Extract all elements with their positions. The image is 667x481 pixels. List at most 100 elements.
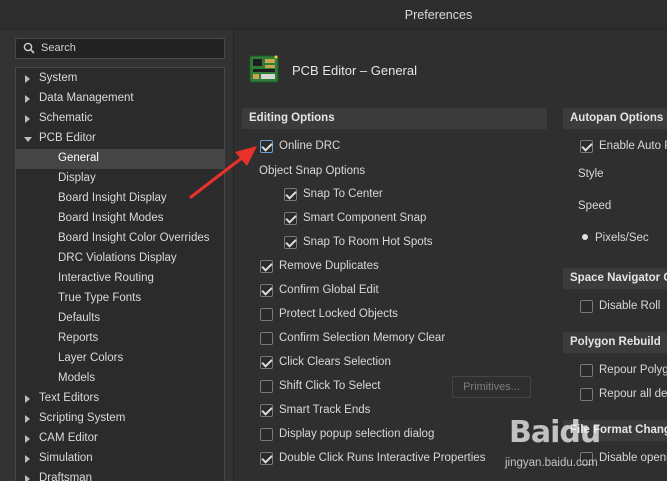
snap-checkbox[interactable] (284, 236, 297, 249)
chevron-right-icon[interactable] (25, 115, 30, 123)
tree-item-label: System (39, 72, 78, 84)
repour-all-label: Repour all de (599, 388, 667, 400)
tree-item[interactable]: Text Editors (16, 389, 224, 409)
editing-checkbox[interactable] (260, 332, 273, 345)
pcb-board-icon (249, 55, 279, 83)
title-bar: Preferences (0, 0, 667, 30)
pixels-per-sec-label: Pixels/Sec (595, 232, 649, 244)
autopan-speed-label: Speed (578, 200, 612, 212)
tree-item[interactable]: Schematic (16, 109, 224, 129)
tree-item-label: Scripting System (39, 412, 126, 424)
editing-label: Display popup selection dialog (279, 428, 435, 440)
editing-checkbox[interactable] (260, 356, 273, 369)
disable-roll-label: Disable Roll (599, 300, 661, 312)
preferences-tree[interactable]: System Data Management Schematic PCB Editor… (15, 67, 225, 481)
repour-all-checkbox[interactable] (580, 388, 593, 401)
chevron-right-icon[interactable] (25, 475, 30, 481)
online-drc-checkbox[interactable] (260, 140, 273, 153)
tree-item[interactable]: System (16, 69, 224, 89)
tree-item[interactable]: Defaults (16, 309, 224, 329)
tree-item-label: Models (58, 372, 96, 384)
repour-polygons-checkbox[interactable] (580, 364, 593, 377)
editing-label: Double Click Runs Interactive Properties (279, 452, 486, 464)
snap-checkbox[interactable] (284, 212, 297, 225)
tree-item[interactable]: Display (16, 169, 224, 189)
tree-item[interactable]: PCB Editor (16, 129, 224, 149)
tree-item[interactable]: DRC Violations Display (16, 249, 224, 269)
disable-roll-checkbox[interactable] (580, 300, 593, 313)
pixels-per-sec-radio[interactable] (582, 234, 588, 240)
tree-item-label: Data Management (39, 92, 134, 104)
tree-item[interactable]: Reports (16, 329, 224, 349)
editing-checkbox[interactable] (260, 428, 273, 441)
search-icon (23, 42, 35, 54)
tree-item-label: CAM Editor (39, 432, 98, 444)
snap-checkbox[interactable] (284, 188, 297, 201)
chevron-right-icon[interactable] (25, 395, 30, 403)
tree-item-label: Schematic (39, 112, 93, 124)
editing-label: Confirm Global Edit (279, 284, 379, 296)
window-title: Preferences (404, 8, 473, 22)
tree-item[interactable]: Board Insight Modes (16, 209, 224, 229)
primitives-button[interactable]: Primitives... (452, 376, 531, 398)
chevron-right-icon[interactable] (25, 95, 30, 103)
enable-autopan-label: Enable Auto P (599, 140, 667, 152)
tree-item-label: Display (58, 172, 96, 184)
tree-item-label: Interactive Routing (58, 272, 154, 284)
editing-options-title: Editing Options (249, 112, 335, 124)
tree-item[interactable]: Layer Colors (16, 349, 224, 369)
watermark-url: jingyan.baidu.com (505, 457, 598, 469)
editing-label: Confirm Selection Memory Clear (279, 332, 446, 344)
enable-autopan-checkbox[interactable] (580, 140, 593, 153)
tree-item[interactable]: Board Insight Color Overrides (16, 229, 224, 249)
tree-item-label: DRC Violations Display (58, 252, 177, 264)
tree-item-label: Draftsman (39, 472, 93, 481)
editing-label: Shift Click To Select (279, 380, 381, 392)
chevron-right-icon[interactable] (25, 435, 30, 443)
space-navigator-title: Space Navigator Op (570, 272, 667, 284)
navigation-panel: Search System Data Management Schematic PCB… (0, 30, 233, 481)
tree-item[interactable]: Draftsman (16, 469, 224, 481)
editing-checkbox[interactable] (260, 308, 273, 321)
tree-item[interactable]: General (16, 149, 224, 169)
watermark-logo: Baidu jingyan.baidu.com (505, 405, 667, 481)
tree-item-label: Defaults (58, 312, 101, 324)
snap-label: Smart Component Snap (303, 212, 427, 224)
editing-label: Smart Track Ends (279, 404, 371, 416)
editing-options-header: Editing Options (242, 108, 547, 129)
online-drc-label: Online DRC (279, 140, 341, 152)
tree-item[interactable]: Scripting System (16, 409, 224, 429)
snap-label: Snap To Room Hot Spots (303, 236, 433, 248)
chevron-down-icon[interactable] (24, 137, 32, 142)
editing-checkbox[interactable] (260, 380, 273, 393)
editing-label: Remove Duplicates (279, 260, 379, 272)
tree-item[interactable]: Interactive Routing (16, 269, 224, 289)
tree-item[interactable]: True Type Fonts (16, 289, 224, 309)
object-snap-options-label: Object Snap Options (259, 165, 366, 177)
snap-label: Snap To Center (303, 188, 383, 200)
tree-item[interactable]: Data Management (16, 89, 224, 109)
polygon-rebuild-title: Polygon Rebuild (570, 336, 661, 348)
autopan-style-label: Style (578, 168, 604, 180)
autopan-options-header: Autopan Options (563, 108, 667, 129)
editing-checkbox[interactable] (260, 260, 273, 273)
search-input[interactable]: Search (15, 38, 225, 59)
tree-item-label: Board Insight Modes (58, 212, 164, 224)
tree-item[interactable]: Models (16, 369, 224, 389)
tree-item-label: Board Insight Display (58, 192, 167, 204)
tree-item[interactable]: CAM Editor (16, 429, 224, 449)
chevron-right-icon[interactable] (25, 455, 30, 463)
tree-item[interactable]: Board Insight Display (16, 189, 224, 209)
editing-checkbox[interactable] (260, 452, 273, 465)
tree-item[interactable]: Simulation (16, 449, 224, 469)
repour-polygons-label: Repour Polyg (599, 364, 667, 376)
watermark-text: Baidu (509, 415, 601, 450)
tree-item-label: General (58, 152, 99, 164)
tree-item-label: Simulation (39, 452, 93, 464)
chevron-right-icon[interactable] (25, 75, 30, 83)
chevron-right-icon[interactable] (25, 415, 30, 423)
editing-checkbox[interactable] (260, 284, 273, 297)
editing-label: Click Clears Selection (279, 356, 391, 368)
editing-checkbox[interactable] (260, 404, 273, 417)
tree-item-label: Reports (58, 332, 99, 344)
